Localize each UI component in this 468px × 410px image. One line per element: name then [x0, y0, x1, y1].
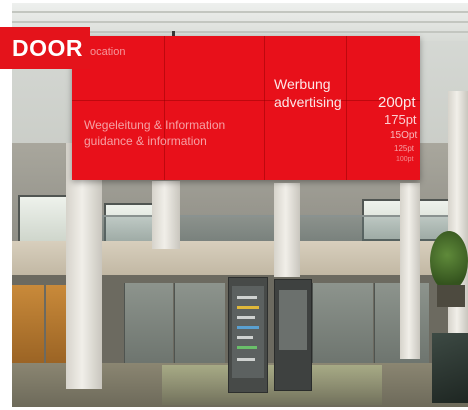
led-text-ad-de: Werbung: [274, 76, 331, 92]
plant-pot: [437, 285, 465, 307]
led-seam: [264, 36, 265, 180]
led-text-guidance-de: Wegeleitung & Information: [84, 118, 226, 132]
stele-screen: [279, 290, 307, 350]
kiosk-text-line: [237, 296, 257, 299]
led-text-size-200: 200pt: [378, 94, 416, 111]
kiosk-text-line: [237, 336, 253, 339]
led-seam: [164, 36, 165, 180]
kiosk-text-line: [237, 306, 259, 309]
glass-panel: [312, 283, 373, 365]
kiosk-text-line: [237, 358, 255, 361]
led-text-ad-en: advertising: [274, 94, 342, 110]
column: [274, 183, 300, 277]
column: [400, 183, 420, 359]
wayfinding-kiosk: [228, 277, 268, 393]
led-text-size-125: 125pt: [394, 144, 415, 153]
wooden-door: [12, 285, 44, 365]
escalator: [432, 333, 468, 403]
led-text-location: ocation: [90, 46, 126, 58]
floor-reflection: [162, 365, 382, 405]
led-seam: [346, 36, 347, 180]
glass-panel: [174, 283, 225, 365]
potted-plant: [430, 231, 468, 291]
ceiling-slat: [12, 11, 468, 13]
digital-signage-stele: [274, 279, 312, 391]
kiosk-screen: [232, 286, 264, 378]
led-text-size-150: 15Opt: [390, 130, 418, 141]
led-video-wall: ocation Wegeleitung & Information guidan…: [72, 36, 420, 180]
ceiling-slat: [12, 21, 468, 23]
column: [152, 181, 180, 249]
led-seam: [72, 100, 420, 101]
led-text-size-100: 100pt: [396, 156, 414, 163]
kiosk-text-line: [237, 346, 257, 349]
led-text-guidance-en: guidance & information: [84, 134, 207, 148]
led-text-size-175: 175pt: [384, 112, 417, 127]
glass-panel: [124, 283, 173, 365]
category-badge: DOOR: [0, 27, 90, 69]
kiosk-text-line: [237, 326, 259, 329]
kiosk-text-line: [237, 316, 255, 319]
